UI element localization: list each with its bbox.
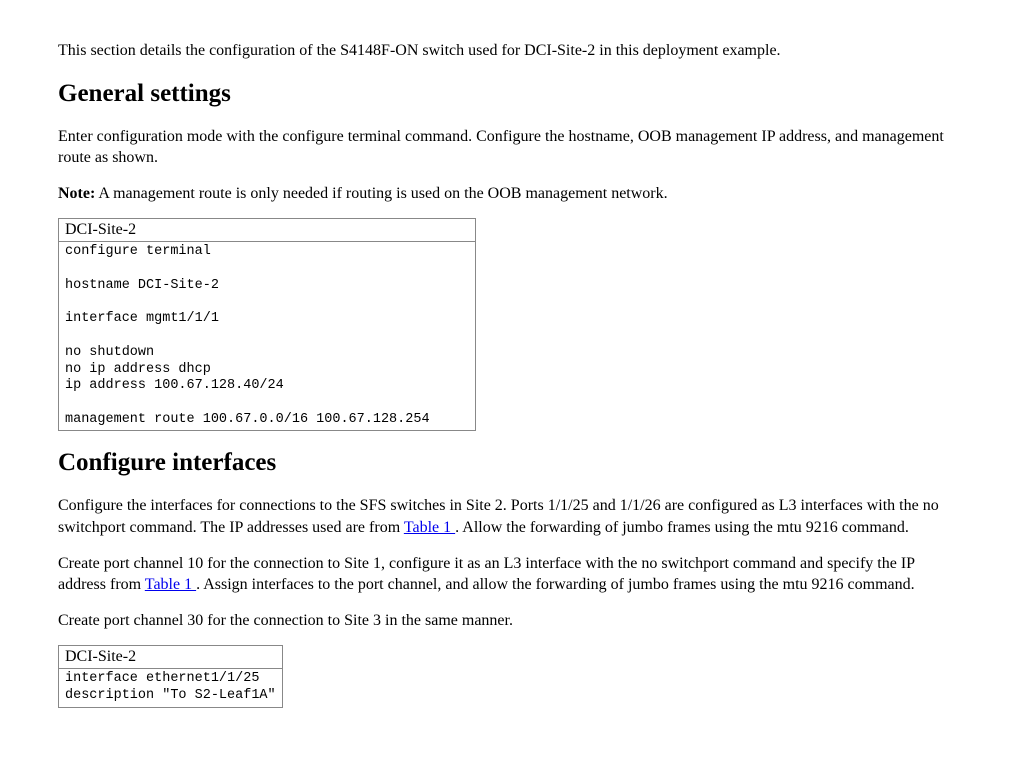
code-table-cell: interface ethernet1/1/25 description "To…: [59, 669, 283, 707]
text-segment: . Allow the forwarding of jumbo frames u…: [455, 519, 909, 536]
configure-interfaces-para2: Create port channel 10 for the connectio…: [58, 553, 966, 596]
note-paragraph: Note: A management route is only needed …: [58, 183, 966, 205]
intro-paragraph: This section details the configuration o…: [58, 40, 966, 62]
note-body: A management route is only needed if rou…: [95, 185, 667, 202]
code-block-interfaces: interface ethernet1/1/25 description "To…: [65, 671, 276, 704]
code-table-header: DCI-Site-2: [59, 219, 476, 242]
configure-interfaces-para3: Create port channel 30 for the connectio…: [58, 610, 966, 632]
code-table-interfaces: DCI-Site-2 interface ethernet1/1/25 desc…: [58, 645, 283, 707]
link-table-1[interactable]: Table 1: [404, 519, 455, 536]
general-settings-para: Enter configuration mode with the config…: [58, 126, 966, 169]
configure-interfaces-para1: Configure the interfaces for connections…: [58, 495, 966, 538]
heading-configure-interfaces: Configure interfaces: [58, 449, 966, 477]
code-table-general: DCI-Site-2 configure terminal hostname D…: [58, 218, 476, 431]
note-label: Note:: [58, 185, 95, 202]
document-page: This section details the configuration o…: [0, 0, 1024, 708]
code-table-header: DCI-Site-2: [59, 646, 283, 669]
heading-general-settings: General settings: [58, 80, 966, 108]
code-block-general: configure terminal hostname DCI-Site-2 i…: [65, 244, 469, 428]
text-segment: . Assign interfaces to the port channel,…: [196, 576, 915, 593]
code-table-cell: configure terminal hostname DCI-Site-2 i…: [59, 242, 476, 431]
link-table-1[interactable]: Table 1: [145, 576, 196, 593]
